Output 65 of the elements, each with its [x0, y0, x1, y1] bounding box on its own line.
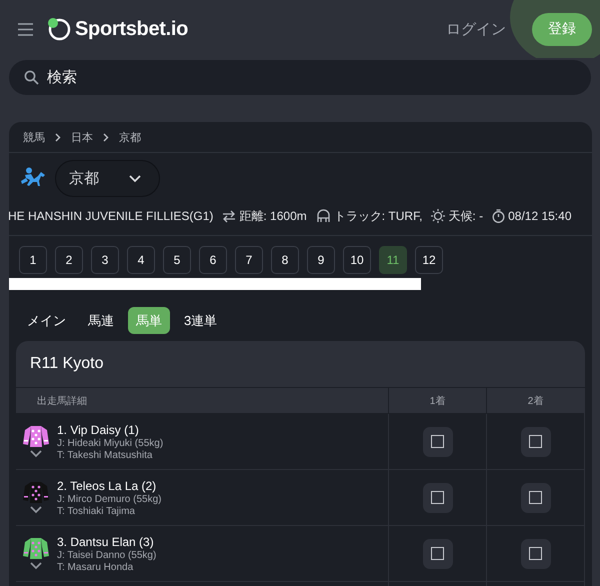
- checkbox[interactable]: [529, 491, 542, 504]
- stopwatch-icon: [492, 209, 506, 223]
- menu-icon[interactable]: [18, 22, 33, 36]
- checkbox-button[interactable]: [520, 482, 550, 512]
- horse-name: 2. Teleos La La (2): [57, 478, 158, 492]
- checkbox[interactable]: [431, 491, 444, 504]
- race-number-button[interactable]: 1: [19, 246, 47, 274]
- checkbox-button[interactable]: [422, 538, 452, 568]
- race-number-button[interactable]: 3: [91, 246, 119, 274]
- race-time: 08/12 15:40: [508, 209, 572, 223]
- race-number-button[interactable]: 6: [199, 246, 227, 274]
- checkbox[interactable]: [431, 547, 444, 560]
- breadcrumb-link[interactable]: 京都: [119, 130, 141, 144]
- trainer-name: T: Takeshi Matsushita: [57, 450, 154, 460]
- race-number-button[interactable]: 9: [307, 246, 335, 274]
- chevron-right-icon: [55, 132, 61, 142]
- horse-name: 3. Dantsu Elan (3): [57, 534, 155, 548]
- checkbox[interactable]: [529, 547, 542, 560]
- weather: 天候: -: [448, 208, 484, 224]
- track-icon: [316, 209, 331, 223]
- chevron-right-icon: [103, 132, 109, 142]
- expand-chevron-icon[interactable]: [30, 562, 42, 570]
- jockey-name: J: Taisei Danno (55kg): [57, 550, 156, 560]
- bet-type-tab[interactable]: メイン: [19, 307, 74, 334]
- checkbox[interactable]: [529, 435, 542, 448]
- column-header: 1着: [430, 394, 446, 408]
- checkbox-button[interactable]: [422, 426, 452, 456]
- column-header: 2着: [528, 394, 544, 408]
- logo-icon: [47, 17, 71, 41]
- search-icon: [24, 70, 39, 85]
- race-number-button[interactable]: 12: [415, 246, 443, 274]
- horse-name: 1. Vip Daisy (1): [57, 422, 140, 436]
- login-link[interactable]: ログイン: [446, 20, 506, 38]
- checkbox-button[interactable]: [520, 426, 550, 456]
- checkbox-button[interactable]: [422, 482, 452, 512]
- breadcrumb-link[interactable]: 競馬: [23, 130, 45, 144]
- track-type: トラック: TURF,: [334, 208, 422, 224]
- bet-type-tab[interactable]: 3連単: [176, 307, 226, 334]
- race-distance: 距離: 1600m: [239, 208, 307, 224]
- race-number-button[interactable]: 8: [271, 246, 299, 274]
- checkbox-button[interactable]: [520, 538, 550, 568]
- search-field[interactable]: 検索: [9, 60, 591, 95]
- swap-arrows-icon: [222, 210, 236, 222]
- race-number-button[interactable]: 10: [343, 246, 371, 274]
- expand-chevron-icon[interactable]: [30, 506, 42, 514]
- jockey-name: J: Mirco Demuro (55kg): [57, 494, 162, 504]
- breadcrumb-link[interactable]: 日本: [71, 130, 93, 144]
- race-number-button[interactable]: 4: [127, 246, 155, 274]
- checkbox[interactable]: [431, 435, 444, 448]
- venue-dropdown[interactable]: 京都: [55, 160, 160, 197]
- jockey-name: J: Hideaki Miyuki (55kg): [57, 438, 164, 448]
- race-name: HE HANSHIN JUVENILE FILLIES(G1): [9, 209, 214, 223]
- sun-icon: [431, 209, 446, 223]
- column-header: 出走馬詳細: [37, 394, 87, 408]
- logo-text[interactable]: Sportsbet.io: [75, 18, 188, 40]
- bet-type-tab[interactable]: 馬連: [80, 307, 122, 334]
- card-title: R11 Kyoto: [16, 341, 585, 388]
- race-number-button[interactable]: 2: [55, 246, 83, 274]
- trainer-name: T: Toshiaki Tajima: [57, 506, 136, 516]
- race-number-button[interactable]: 11: [379, 246, 407, 274]
- chevron-down-icon: [129, 174, 141, 182]
- race-number-button[interactable]: 7: [235, 246, 263, 274]
- trainer-name: T: Masaru Honda: [57, 562, 134, 572]
- race-number-button[interactable]: 5: [163, 246, 191, 274]
- expand-chevron-icon[interactable]: [30, 450, 42, 458]
